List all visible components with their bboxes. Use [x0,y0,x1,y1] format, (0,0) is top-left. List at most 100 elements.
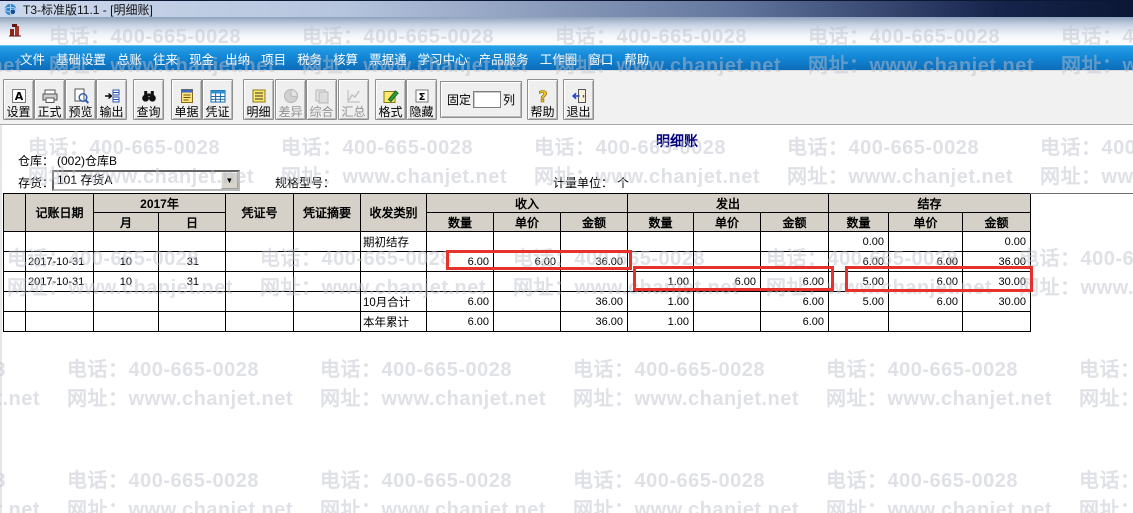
table-cell[interactable] [225,271,294,292]
export-button[interactable]: 输出 [96,79,127,120]
detail-button[interactable]: 明细 [243,79,274,120]
table-cell[interactable]: 31 [158,271,226,292]
table-cell[interactable]: 31 [158,251,226,272]
table-cell[interactable] [360,251,427,272]
table-cell[interactable] [3,231,26,252]
menu-item-window[interactable]: 窗口 [588,49,613,68]
menu-item-cashier[interactable]: 出纳 [225,49,250,68]
table-cell[interactable]: 6.00 [888,271,963,292]
table-cell[interactable] [158,231,226,252]
table-cell[interactable]: 1.00 [627,311,694,332]
menu-item-basic-setup[interactable]: 基础设置 [56,49,106,68]
table-cell[interactable] [828,311,889,332]
table-cell[interactable] [293,291,361,312]
table-cell[interactable]: 6.00 [493,251,561,272]
table-cell[interactable]: 30.00 [962,271,1031,292]
query-button[interactable]: 查询 [133,79,164,120]
menu-item-product-service[interactable]: 产品服务 [479,49,529,68]
table-cell[interactable] [493,271,561,292]
table-cell[interactable]: 6.00 [426,251,494,272]
menu-item-help[interactable]: 帮助 [624,49,649,68]
table-cell[interactable] [3,311,26,332]
table-cell[interactable] [225,311,294,332]
table-cell[interactable] [426,271,494,292]
document-button[interactable]: 单据 [171,79,202,120]
table-cell[interactable]: 6.00 [426,311,494,332]
table-cell[interactable] [493,311,561,332]
table-cell[interactable] [627,251,694,272]
table-cell[interactable]: 6.00 [760,271,829,292]
table-cell[interactable] [493,291,561,312]
table-cell[interactable] [560,231,628,252]
menu-item-project[interactable]: 项目 [261,49,286,68]
table-cell[interactable] [225,251,294,272]
table-cell[interactable]: 10月合计 [360,291,427,312]
table-cell[interactable]: 6.00 [888,251,963,272]
table-cell[interactable] [693,231,761,252]
table-cell[interactable] [25,231,94,252]
table-cell[interactable] [493,231,561,252]
menu-item-learning-center[interactable]: 学习中心 [418,49,468,68]
table-cell[interactable] [25,291,94,312]
table-cell[interactable]: 6.00 [760,311,829,332]
table-cell[interactable] [293,271,361,292]
fixed-columns-input[interactable] [473,91,501,108]
table-cell[interactable] [760,251,829,272]
table-cell[interactable] [93,311,159,332]
table-cell[interactable]: 6.00 [760,291,829,312]
table-cell[interactable]: 0.00 [962,231,1031,252]
hide-button[interactable]: Σ 隐藏 [406,79,437,120]
table-cell[interactable]: 6.00 [888,291,963,312]
table-cell[interactable] [888,231,963,252]
menu-item-general-ledger[interactable]: 总账 [117,49,142,68]
inventory-select[interactable]: 101 存货A ▼ [52,170,240,191]
table-cell[interactable] [225,231,294,252]
table-cell[interactable]: 10 [93,251,159,272]
table-cell[interactable]: 6.00 [426,291,494,312]
exit-button[interactable]: 退出 [563,79,594,120]
table-cell[interactable] [3,251,26,272]
table-cell[interactable]: 6.00 [828,251,889,272]
table-cell[interactable]: 5.00 [828,291,889,312]
table-cell[interactable] [3,291,26,312]
table-cell[interactable] [25,311,94,332]
menu-item-work-circle[interactable]: 工作圈 [540,49,578,68]
table-cell[interactable]: 36.00 [560,311,628,332]
table-cell[interactable] [627,231,694,252]
table-cell[interactable] [693,251,761,272]
table-cell[interactable] [3,271,26,292]
dropdown-arrow-icon[interactable]: ▼ [221,172,238,189]
table-cell[interactable]: 30.00 [962,291,1031,312]
menu-item-cash[interactable]: 现金 [189,49,214,68]
help-button[interactable]: ? 帮助 [527,79,558,120]
table-cell[interactable] [93,231,159,252]
table-cell[interactable] [360,271,427,292]
table-cell[interactable]: 0.00 [828,231,889,252]
table-cell[interactable]: 1.00 [627,291,694,312]
table-cell[interactable] [693,291,761,312]
table-cell[interactable]: 期初结存 [360,231,427,252]
table-cell[interactable]: 本年累计 [360,311,427,332]
table-cell[interactable]: 36.00 [560,291,628,312]
table-cell[interactable]: 10 [93,271,159,292]
table-cell[interactable] [293,311,361,332]
table-cell[interactable]: 6.00 [693,271,761,292]
settings-button[interactable]: A 设置 [3,79,34,120]
menu-item-piaojutong[interactable]: 票据通 [369,49,407,68]
table-cell[interactable]: 5.00 [828,271,889,292]
menu-item-file[interactable]: 文件 [20,49,45,68]
table-cell[interactable] [760,231,829,252]
table-cell[interactable]: 1.00 [627,271,694,292]
table-cell[interactable] [426,231,494,252]
table-cell[interactable] [888,311,963,332]
table-cell[interactable]: 2017-10-31 [25,271,94,292]
table-cell[interactable]: 2017-10-31 [25,251,94,272]
table-cell[interactable] [962,311,1031,332]
table-cell[interactable]: 36.00 [962,251,1031,272]
menu-item-receivable-payable[interactable]: 往来 [153,49,178,68]
table-cell[interactable]: 36.00 [560,251,628,272]
menu-item-costing[interactable]: 核算 [333,49,358,68]
table-cell[interactable] [693,311,761,332]
table-cell[interactable] [225,291,294,312]
format-button[interactable]: 格式 [375,79,406,120]
